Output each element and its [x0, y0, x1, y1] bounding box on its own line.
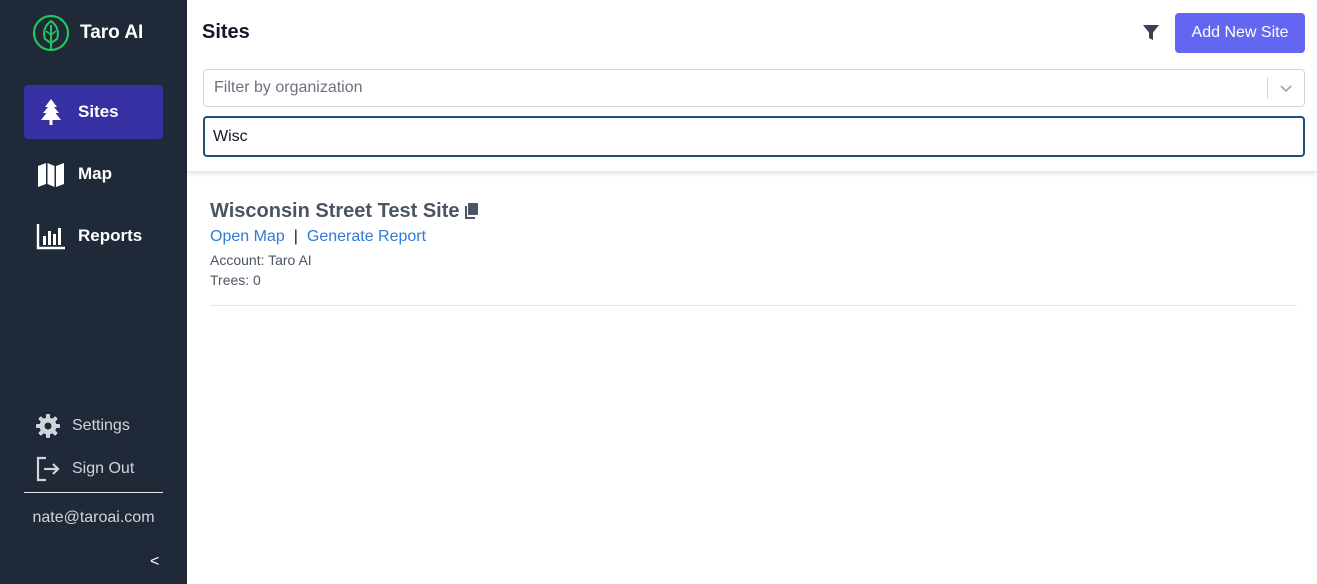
generate-report-link[interactable]: Generate Report	[307, 228, 426, 246]
chart-bar-icon	[36, 221, 66, 251]
map-icon	[36, 159, 66, 189]
settings-link[interactable]: Settings	[34, 412, 130, 440]
sidebar-item-label: Sites	[78, 102, 119, 121]
settings-label: Settings	[72, 417, 130, 434]
site-account: Account: Taro AI	[210, 252, 312, 268]
app-logo[interactable]: Taro AI	[32, 12, 143, 54]
tree-icon	[36, 97, 66, 127]
sign-out-icon	[36, 456, 60, 482]
user-email: nate@taroai.com	[32, 509, 155, 526]
sidebar-item-map[interactable]: Map	[24, 147, 163, 201]
site-list-item: Wisconsin Street Test Site Open Map | Ge…	[210, 196, 1297, 306]
add-new-site-button[interactable]: Add New Site	[1175, 13, 1305, 53]
sign-out-link[interactable]: Sign Out	[34, 455, 134, 483]
sign-out-label: Sign Out	[72, 460, 135, 477]
taro-logo-icon	[32, 14, 70, 52]
sidebar: Taro AI Sites Map Reports Settings Sign …	[0, 0, 187, 584]
page-title: Sites	[202, 21, 250, 43]
gear-icon	[36, 414, 60, 438]
chevron-down-icon[interactable]	[1268, 70, 1304, 106]
organization-filter-placeholder: Filter by organization	[214, 79, 363, 96]
site-name: Wisconsin Street Test Site	[210, 200, 460, 222]
sidebar-item-label: Reports	[78, 226, 143, 245]
link-separator: |	[293, 228, 298, 245]
site-trees-count: Trees: 0	[210, 272, 261, 288]
site-search-input[interactable]	[203, 116, 1305, 157]
filter-icon[interactable]	[1142, 24, 1160, 42]
collapse-sidebar-button[interactable]: <	[150, 553, 159, 571]
app-name: Taro AI	[80, 22, 144, 43]
sidebar-item-reports[interactable]: Reports	[24, 209, 163, 263]
sidebar-item-sites[interactable]: Sites	[24, 85, 163, 139]
page-header: Sites Add New Site Filter by organizatio…	[187, 0, 1317, 172]
organization-filter-select[interactable]: Filter by organization	[203, 69, 1305, 107]
sidebar-divider	[24, 492, 163, 493]
sidebar-item-label: Map	[78, 164, 112, 183]
copy-icon[interactable]	[463, 202, 479, 220]
site-actions: Open Map | Generate Report	[210, 228, 426, 246]
open-map-link[interactable]: Open Map	[210, 228, 285, 246]
